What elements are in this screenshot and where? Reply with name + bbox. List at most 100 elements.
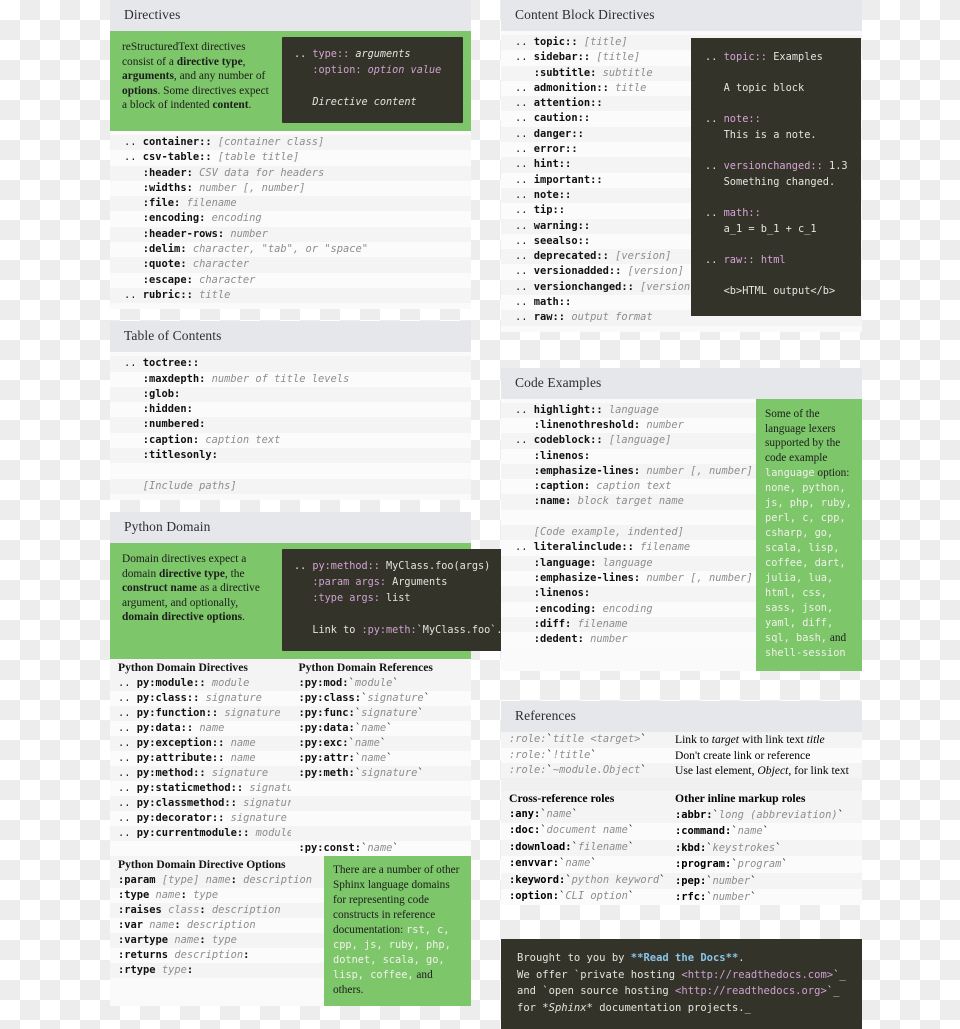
- code-line: :escape: character: [110, 272, 471, 288]
- role-description: Use last element, Object, for link text: [675, 764, 849, 778]
- table-row: :returns description:: [110, 947, 324, 963]
- directives-intro-code-sample: .. type:: arguments :option: option valu…: [282, 37, 463, 123]
- python-domain-directives-table: Python Domain Directives .. py:module:: …: [110, 658, 306, 856]
- references-table: :role:`title <target>` Link to target wit…: [501, 732, 862, 906]
- table-row: :py:func:`signature`: [290, 705, 471, 721]
- directives-body: .. container:: [container class].. csv-t…: [110, 131, 471, 310]
- crossref-role: :keyword:`python keyword`: [509, 873, 666, 886]
- table-row: :keyword:`python keyword` :pep:`number`: [501, 872, 862, 889]
- python-domain-options-header: Python Domain Directive Options: [110, 855, 324, 873]
- code-line: :hidden:: [110, 402, 471, 418]
- role-syntax: :role:`title <target>`: [509, 733, 647, 746]
- card-directives: Directives reStructuredText directives c…: [110, 0, 471, 310]
- left-column: Directives reStructuredText directives c…: [110, 0, 515, 1007]
- code-line: :delim: character, "tab", or "space": [110, 242, 471, 258]
- python-domain-references-rows: :py:mod:`module`:py:class:`signature`:py…: [290, 675, 471, 856]
- code-line: [501, 509, 756, 526]
- references-spacer: [501, 778, 862, 792]
- crossref-role: :download:`filename`: [509, 840, 635, 853]
- python-domain-options-column: Python Domain Directive Options :param […: [110, 855, 324, 1006]
- table-row: :py:attr:`name`: [290, 750, 471, 766]
- code-line: [Code example, indented]: [501, 525, 756, 541]
- role-description: Don't create link or reference: [675, 748, 811, 762]
- directives-intro: reStructuredText directives consist of a…: [110, 31, 471, 131]
- card-table-of-contents: Table of Contents .. toctree:: :maxdepth…: [110, 321, 471, 500]
- code-line: .. highlight:: language: [501, 402, 756, 418]
- code-line: :numbered:: [110, 417, 471, 433]
- code-line: :file: filename: [110, 196, 471, 212]
- code-line: :emphasize-lines: number [, number]: [501, 463, 756, 480]
- python-domain-options-rows: :param [type] name: description:type nam…: [110, 872, 324, 978]
- card-code-examples: Code Examples .. highlight:: language :l…: [501, 367, 862, 672]
- python-domain-references-column: Python Domain References :py:mod:`module…: [290, 658, 471, 856]
- code-line: .. codeblock:: [language]: [501, 433, 756, 449]
- table-row: .. py:exception:: name: [110, 735, 291, 751]
- python-domain-directives-rows: .. py:module:: module.. py:class:: signa…: [110, 675, 306, 856]
- table-row: .. py:attribute:: name: [110, 750, 291, 766]
- table-row: .. py:data:: name: [110, 720, 291, 736]
- other-domains-note: There are a number of other Sphinx langu…: [324, 855, 471, 1007]
- code-line: :encoding: encoding: [110, 211, 471, 227]
- table-row: :var name: description: [110, 917, 324, 933]
- references-role-rows: :role:`title <target>` Link to target wit…: [501, 732, 862, 779]
- table-row: :any:`name` :abbr:`long (abbreviation)`: [501, 806, 862, 824]
- code-line: :linenos:: [501, 586, 756, 602]
- table-row: :option:`CLI option` :rfc:`number`: [501, 888, 862, 906]
- table-row: :download:`filename`:kbd:`keystrokes`: [501, 839, 862, 857]
- code-line: :encoding: encoding: [501, 601, 756, 617]
- python-domain-options-table: Python Domain Directive Options :param […: [110, 855, 324, 978]
- references-role-pairs: :any:`name` :abbr:`long (abbreviation)` :d…: [501, 806, 862, 906]
- table-row: [290, 795, 471, 811]
- content-block-example-code: .. topic:: Examples A topic block .. not…: [691, 38, 861, 316]
- inline-role: :pep:`number`: [675, 874, 757, 887]
- code-line: .. literalinclude:: filename: [501, 540, 756, 556]
- code-line: [110, 463, 471, 479]
- python-domain-options-row: Python Domain Directive Options :param […: [110, 855, 471, 1007]
- code-line: .. csv-table:: [table title]: [110, 150, 471, 166]
- cheat-sheet-page: Directives reStructuredText directives c…: [0, 0, 960, 1029]
- toc-listing: .. toctree:: :maxdepth: number of title …: [110, 352, 471, 500]
- code-examples-lexers-note: Some of the language lexers supported by…: [756, 398, 862, 672]
- crossref-role: :doc:`document name`: [509, 824, 635, 837]
- table-row: :doc:`document name` :command:`name`: [501, 823, 862, 840]
- code-line: :diff: filename: [501, 616, 756, 633]
- python-domain-intro-text: Domain directives expect a domain direct…: [122, 552, 260, 624]
- crossref-role: :any:`name`: [509, 807, 578, 820]
- card-title-directives: Directives: [110, 0, 471, 31]
- table-row: :role:`title <target>` Link to target wit…: [501, 732, 862, 748]
- role-syntax: :role:`~module.Object`: [509, 764, 647, 777]
- table-row: .. py:function:: signature: [110, 705, 291, 721]
- table-row: :py:mod:`module`: [290, 675, 471, 691]
- directives-listing: .. container:: [container class].. csv-t…: [110, 131, 471, 309]
- footer-credit-block: Brought to you by **Read the Docs**. We …: [501, 939, 862, 1029]
- table-row: .. py:staticmethod:: signature: [110, 780, 306, 796]
- card-references: References :role:`title <target>` Link to…: [501, 701, 862, 906]
- code-line: .. rubric:: title: [110, 287, 471, 304]
- table-row: .. py:module:: module: [110, 675, 291, 691]
- table-row: .. py:currentmodule:: module: [110, 825, 293, 841]
- table-row: :role:`~module.Object` Use last element, …: [501, 763, 862, 779]
- table-row: :py:class:`signature`: [290, 690, 471, 706]
- python-domain-tables: Python Domain Directives .. py:module:: …: [110, 658, 471, 856]
- table-row: :envvar:`name` :program:`program`: [501, 856, 862, 873]
- code-examples-listing: .. highlight:: language :linenothreshold…: [501, 399, 756, 672]
- role-description: Link to target with link text title: [675, 733, 825, 747]
- table-row: :vartype name: type: [110, 932, 324, 948]
- python-domain-references-table: Python Domain References :py:mod:`module…: [290, 658, 471, 856]
- card-title-code-examples: Code Examples: [501, 367, 862, 399]
- code-line: :header-rows: number: [110, 226, 471, 243]
- crossref-role: :option:`CLI option`: [509, 889, 635, 902]
- inline-role: :command:`name`: [675, 825, 769, 838]
- table-row: :py:meth:`signature`: [290, 765, 471, 781]
- code-line: :emphasize-lines: number [, number]: [501, 570, 756, 587]
- inline-role: :rfc:`number`: [675, 890, 757, 903]
- right-column: Content Block Directives .. topic:: [tit…: [501, 0, 862, 1029]
- inline-role: :abbr:`long (abbreviation)`: [675, 808, 844, 821]
- table-row: .. py:method:: signature: [110, 765, 291, 781]
- code-line: :language: language: [501, 555, 756, 571]
- crossref-role: :envvar:`name`: [509, 857, 597, 870]
- references-subheaders: Cross-reference roles Other inline marku…: [501, 791, 862, 807]
- inline-role: :program:`program`: [675, 858, 788, 871]
- card-title-content-block: Content Block Directives: [501, 0, 862, 31]
- table-row: [290, 810, 471, 826]
